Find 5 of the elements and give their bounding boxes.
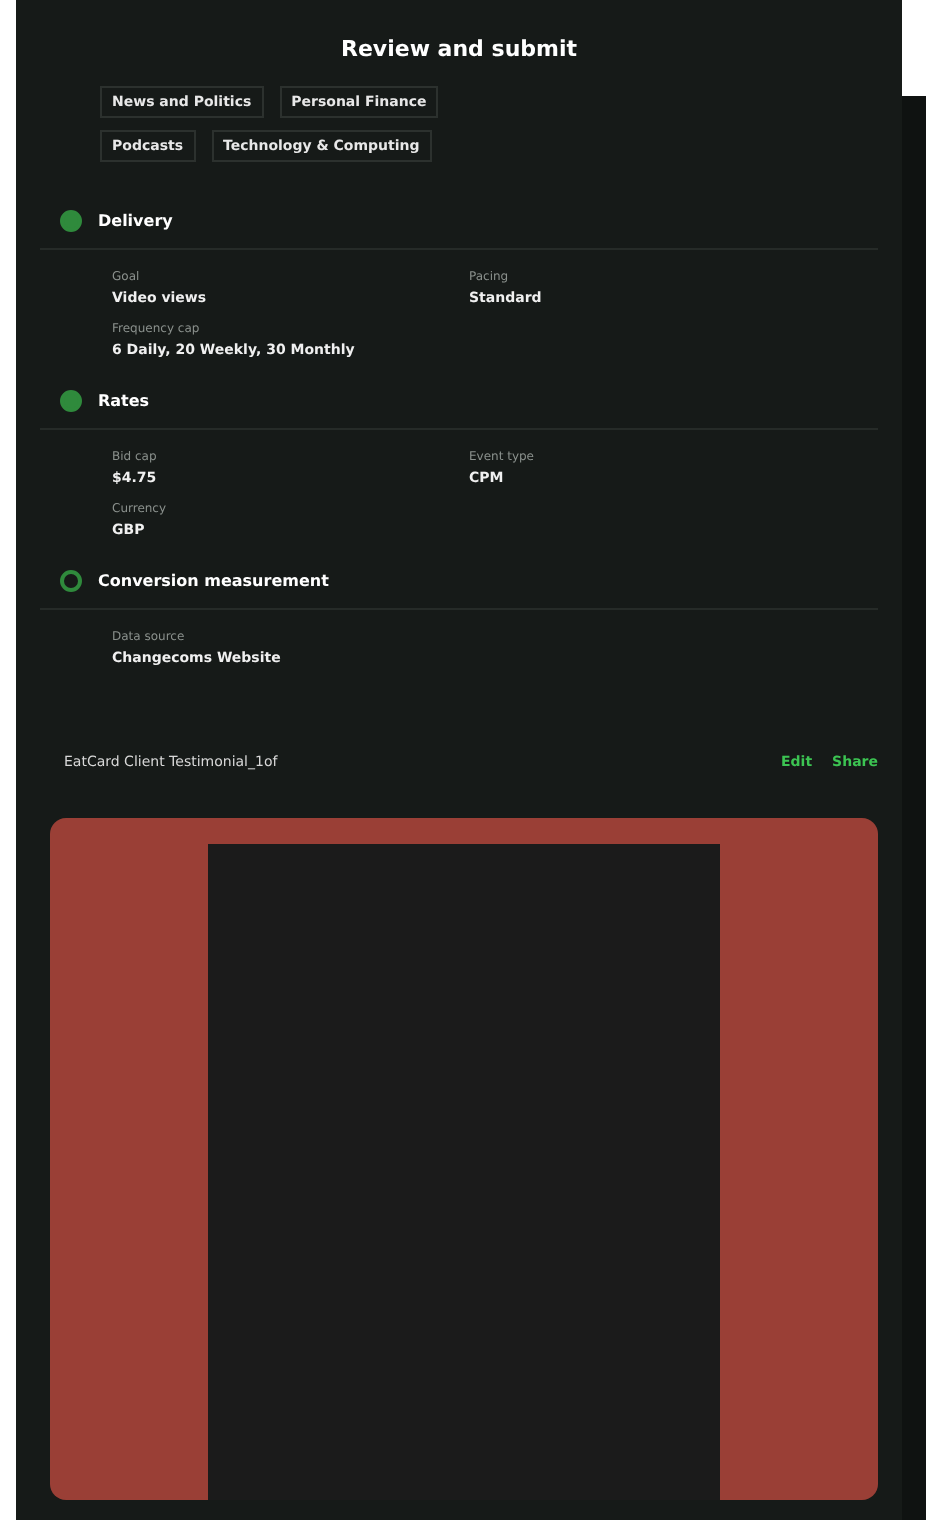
section-title: Conversion measurement: [98, 572, 329, 590]
section-title: Rates: [98, 392, 150, 410]
scrollbar-track[interactable]: [902, 96, 926, 1520]
section-title: Delivery: [98, 212, 173, 230]
page-title: Review and submit: [338, 34, 580, 66]
